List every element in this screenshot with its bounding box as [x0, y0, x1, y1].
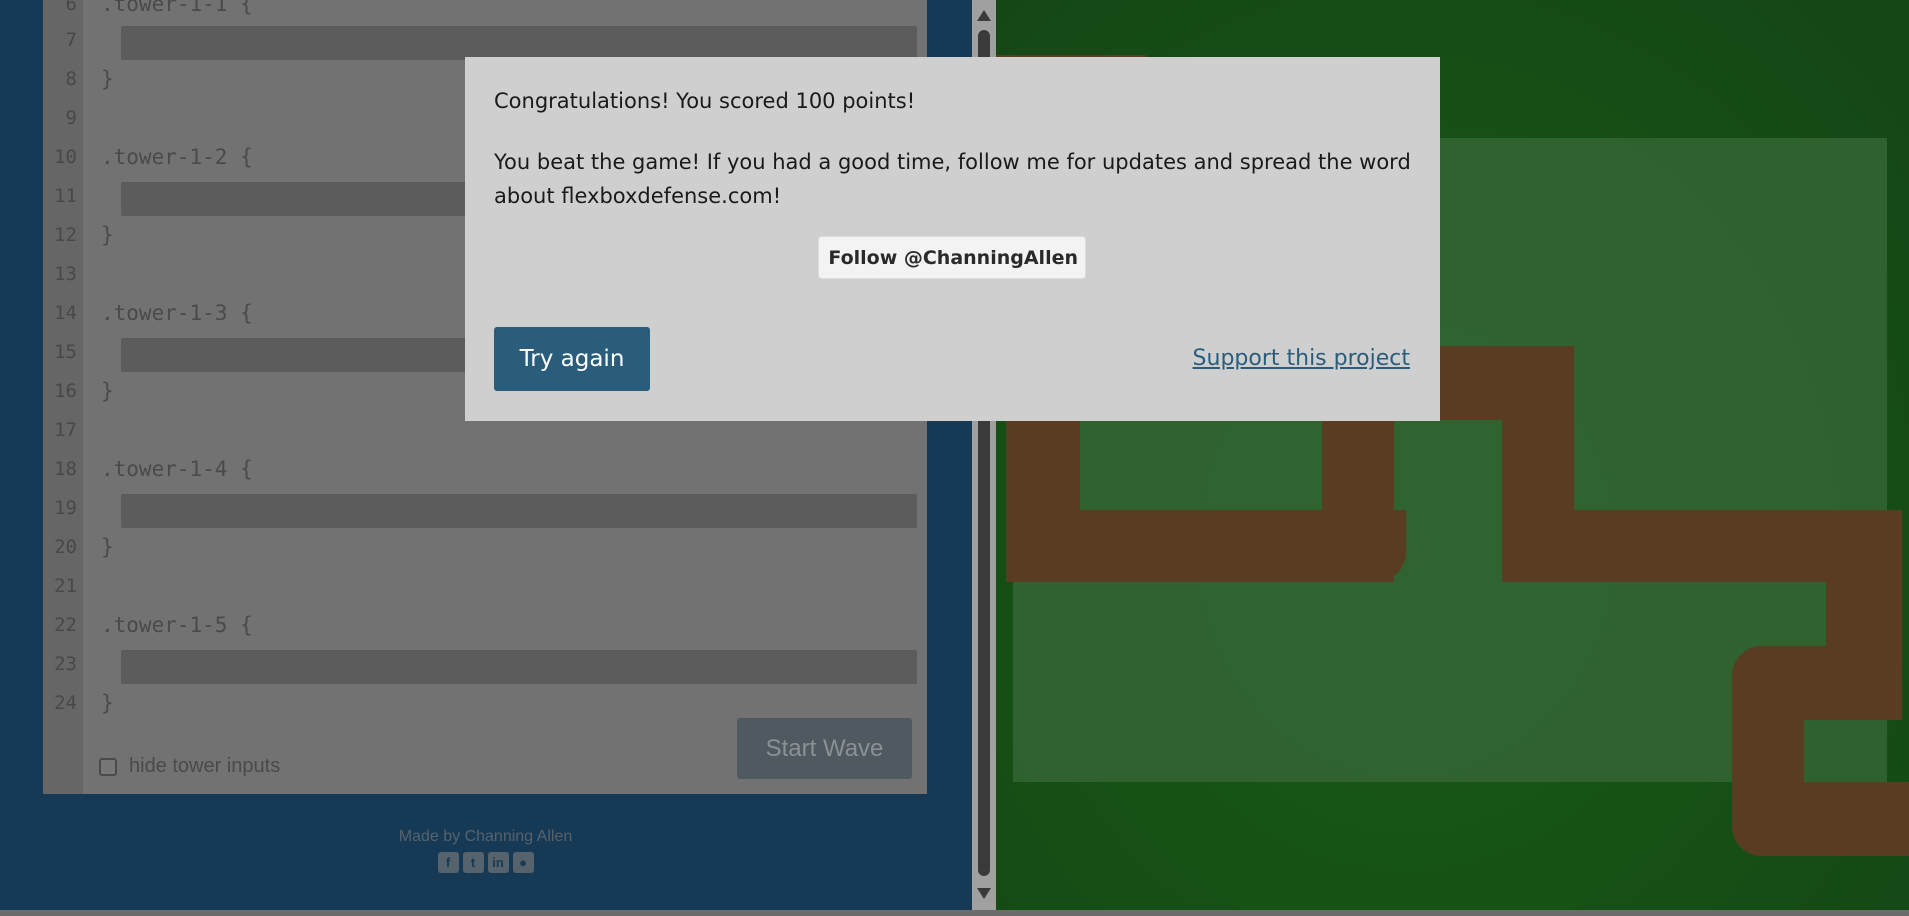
line-number: 10 — [54, 146, 77, 168]
line-number: 18 — [54, 458, 77, 480]
follow-twitter-button[interactable]: Follow @ChanningAllen — [818, 236, 1086, 279]
line-number: 11 — [54, 185, 77, 207]
closing-brace: } — [101, 535, 114, 559]
css-selector-line: .tower-1-5 { — [101, 613, 253, 637]
line-number: 19 — [54, 497, 77, 519]
window-bottom-edge — [0, 910, 1909, 916]
line-number: 9 — [65, 107, 77, 129]
beat-game-message: You beat the game! If you had a good tim… — [494, 150, 1411, 208]
line-number: 6 — [65, 0, 77, 15]
start-wave-button[interactable]: Start Wave — [737, 718, 912, 779]
css-selector-line: .tower-1-4 { — [101, 457, 253, 481]
line-number: 8 — [65, 68, 77, 90]
made-by-credit[interactable]: Made by Channing Allen — [388, 828, 583, 846]
closing-brace: } — [101, 223, 114, 247]
line-number: 14 — [54, 302, 77, 324]
github-icon[interactable]: ● — [512, 852, 534, 873]
closing-brace: } — [101, 67, 114, 91]
line-number: 17 — [54, 419, 77, 441]
linkedin-icon[interactable]: in — [487, 852, 509, 873]
hide-tower-inputs-checkbox[interactable] — [99, 757, 117, 776]
hide-tower-inputs-label: hide tower inputs — [129, 755, 281, 777]
line-number: 13 — [54, 263, 77, 285]
scroll-down-arrow-icon[interactable] — [977, 888, 991, 899]
win-dialog: Congratulations! You scored 100 points! … — [465, 57, 1440, 421]
try-again-button[interactable]: Try again — [494, 327, 650, 391]
closing-brace: } — [101, 691, 114, 715]
css-selector-line: .tower-1-3 { — [101, 301, 253, 325]
facebook-icon[interactable]: f — [437, 852, 459, 873]
line-number: 20 — [54, 536, 77, 558]
css-selector-line: .tower-1-1 { — [101, 0, 253, 16]
line-number: 16 — [54, 380, 77, 402]
hide-tower-inputs-row: hide tower inputs — [99, 755, 280, 778]
line-number: 12 — [54, 224, 77, 246]
line-number: 21 — [54, 575, 77, 597]
css-selector-line: .tower-1-2 { — [101, 145, 253, 169]
support-project-link[interactable]: Support this project — [1193, 346, 1410, 371]
tower-1-5-input[interactable] — [121, 650, 917, 684]
footer: Made by Channing Allen f t in ● — [388, 828, 583, 873]
closing-brace: } — [101, 379, 114, 403]
line-number: 7 — [65, 29, 77, 51]
line-number: 24 — [54, 692, 77, 714]
score-message: Congratulations! You scored 100 points! — [494, 89, 916, 113]
line-number: 22 — [54, 614, 77, 636]
line-number: 23 — [54, 653, 77, 675]
social-links: f t in ● — [388, 852, 583, 873]
tower-1-4-input[interactable] — [121, 494, 917, 528]
line-number: 15 — [54, 341, 77, 363]
twitter-icon[interactable]: t — [462, 852, 484, 873]
tower-1-1-input[interactable] — [121, 26, 917, 60]
scroll-up-arrow-icon[interactable] — [977, 10, 991, 21]
